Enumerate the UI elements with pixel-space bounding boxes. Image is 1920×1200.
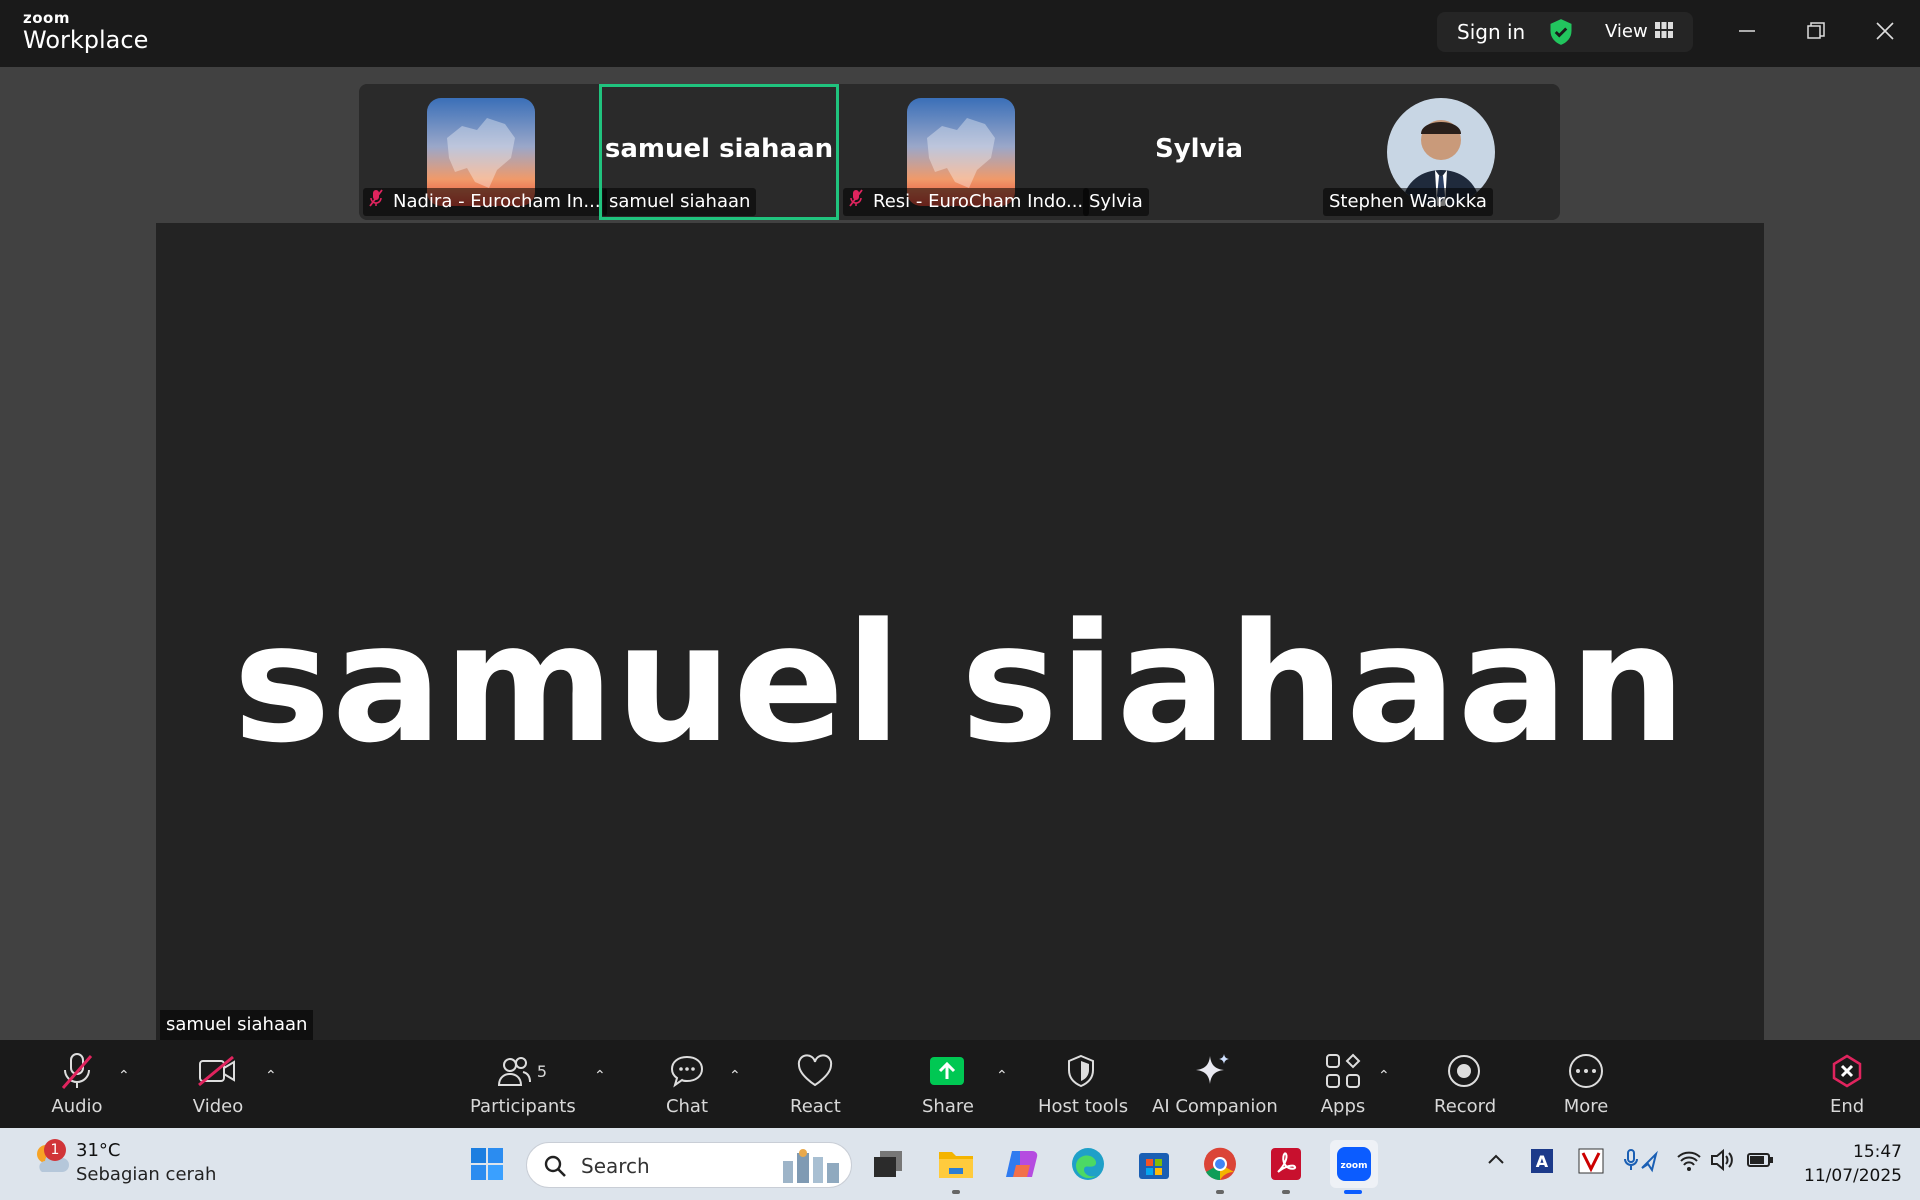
zoom-app-icon[interactable]: zoom (1330, 1140, 1378, 1194)
record-button[interactable]: Record (1434, 1050, 1496, 1117)
minimize-icon[interactable] (1733, 17, 1761, 45)
active-speaker-view: samuel siahaan samuel siahaan (156, 223, 1764, 1040)
taskbar-search-box[interactable]: Search (526, 1142, 852, 1188)
view-button[interactable]: View (1605, 21, 1648, 42)
svg-text:zoom: zoom (1341, 1161, 1368, 1171)
video-button[interactable]: Video (188, 1050, 248, 1117)
volume-icon[interactable] (1710, 1148, 1736, 1176)
participant-tile[interactable]: Sylvia Sylvia (1079, 84, 1319, 220)
system-clock[interactable]: 15:47 11/07/2025 (1790, 1140, 1902, 1188)
microsoft-store-icon[interactable] (1132, 1142, 1176, 1186)
acrobat-reader-icon[interactable] (1264, 1142, 1308, 1194)
input-method-icon[interactable]: A (1530, 1148, 1554, 1178)
participant-strip: Nadira - Eurocham In... samuel siahaan s… (359, 84, 1560, 220)
microphone-location-icon[interactable] (1624, 1148, 1658, 1178)
search-icon (544, 1155, 566, 1177)
close-icon[interactable] (1871, 17, 1899, 45)
weather-temperature: 31°C (76, 1140, 121, 1161)
audio-button[interactable]: Audio (46, 1050, 108, 1117)
weather-notification-badge: 1 (44, 1139, 66, 1161)
muted-mic-icon (849, 188, 865, 216)
search-placeholder: Search (581, 1154, 650, 1178)
chat-button[interactable]: Chat (664, 1050, 710, 1117)
restore-icon[interactable] (1802, 17, 1830, 45)
meeting-toolbar: Audio ⌃ Video ⌃ 5 Participants ⌃ Chat ⌃ … (0, 1040, 1920, 1128)
react-button[interactable]: React (790, 1050, 841, 1117)
show-hidden-icons-chevron-up-icon[interactable] (1486, 1148, 1506, 1174)
participant-tile[interactable]: Stephen Warokka (1319, 84, 1559, 220)
copilot-icon[interactable] (1000, 1142, 1044, 1186)
heart-icon (790, 1050, 840, 1092)
muted-microphone-icon (46, 1050, 108, 1092)
participant-name: samuel siahaan (603, 188, 757, 216)
end-meeting-button[interactable]: End (1830, 1050, 1864, 1117)
more-button[interactable]: More (1562, 1050, 1610, 1117)
muted-mic-icon (369, 188, 385, 216)
battery-icon[interactable] (1746, 1148, 1774, 1176)
participant-display-name: samuel siahaan (604, 134, 834, 164)
participant-tile[interactable]: Nadira - Eurocham In... (359, 84, 607, 220)
participants-options-chevron-up-icon[interactable]: ⌃ (594, 1068, 606, 1084)
logo-brand-bottom: Workplace (23, 26, 149, 54)
weather-widget[interactable]: 1 31°C Sebagian cerah (30, 1138, 216, 1185)
speaker-display-name: samuel siahaan (233, 588, 1687, 779)
participants-count: 5 (536, 1061, 548, 1081)
chat-bubble-icon (664, 1050, 710, 1092)
gallery-view-icon[interactable] (1655, 22, 1673, 42)
record-icon (1434, 1050, 1494, 1092)
security-shield-icon[interactable] (1547, 18, 1575, 50)
participant-name: Sylvia (1083, 188, 1149, 216)
windows-taskbar: 1 31°C Sebagian cerah Search zoom A 15:4… (0, 1128, 1920, 1200)
participant-name: Resi - EuroCham Indo... (843, 188, 1090, 216)
share-screen-icon (922, 1050, 972, 1092)
participant-name: Nadira - Eurocham In... (363, 188, 607, 216)
share-options-chevron-up-icon[interactable]: ⌃ (996, 1068, 1008, 1084)
wifi-icon[interactable] (1676, 1148, 1702, 1176)
file-explorer-icon[interactable] (934, 1142, 978, 1194)
weather-description: Sebagian cerah (76, 1164, 217, 1185)
chrome-browser-icon[interactable] (1198, 1142, 1242, 1194)
participant-tile[interactable]: Resi - EuroCham Indo... (839, 84, 1090, 220)
participant-name: Stephen Warokka (1323, 188, 1493, 216)
participant-display-name: Sylvia (1155, 134, 1243, 164)
antivirus-tray-icon[interactable] (1578, 1148, 1604, 1178)
apps-grid-icon (1320, 1050, 1366, 1092)
svg-text:A: A (1536, 1152, 1549, 1171)
chat-options-chevron-up-icon[interactable]: ⌃ (729, 1068, 741, 1084)
title-actions: Sign in View (1437, 12, 1693, 52)
edge-browser-icon[interactable] (1066, 1142, 1110, 1186)
sparkle-icon (1152, 1050, 1272, 1092)
speaker-name-label: samuel siahaan (160, 1010, 314, 1040)
shield-icon (1038, 1050, 1124, 1092)
search-highlight-icon (783, 1149, 839, 1183)
ai-companion-button[interactable]: AI Companion (1152, 1050, 1278, 1117)
title-bar: zoom Workplace Sign in View (0, 0, 1920, 67)
share-button[interactable]: Share (922, 1050, 974, 1117)
end-close-icon (1830, 1050, 1864, 1092)
task-view-icon[interactable] (866, 1142, 910, 1186)
clock-date: 11/07/2025 (1804, 1166, 1902, 1186)
windows-start-icon[interactable] (465, 1142, 509, 1186)
more-ellipsis-icon (1562, 1050, 1610, 1092)
participant-tile-active[interactable]: samuel siahaan samuel siahaan (599, 84, 839, 220)
apps-button[interactable]: Apps (1320, 1050, 1366, 1117)
video-options-chevron-up-icon[interactable]: ⌃ (265, 1068, 277, 1084)
participants-icon: 5 (470, 1050, 574, 1092)
clock-time: 15:47 (1853, 1142, 1902, 1162)
audio-options-chevron-up-icon[interactable]: ⌃ (118, 1068, 130, 1084)
participants-button[interactable]: 5 Participants (470, 1050, 576, 1117)
video-off-icon (188, 1050, 248, 1092)
sign-in-button[interactable]: Sign in (1457, 20, 1525, 44)
logo-brand-top: zoom (23, 9, 70, 27)
host-tools-button[interactable]: Host tools (1038, 1050, 1128, 1117)
apps-options-chevron-up-icon[interactable]: ⌃ (1378, 1068, 1390, 1084)
zoom-logo: zoom Workplace (23, 9, 149, 54)
